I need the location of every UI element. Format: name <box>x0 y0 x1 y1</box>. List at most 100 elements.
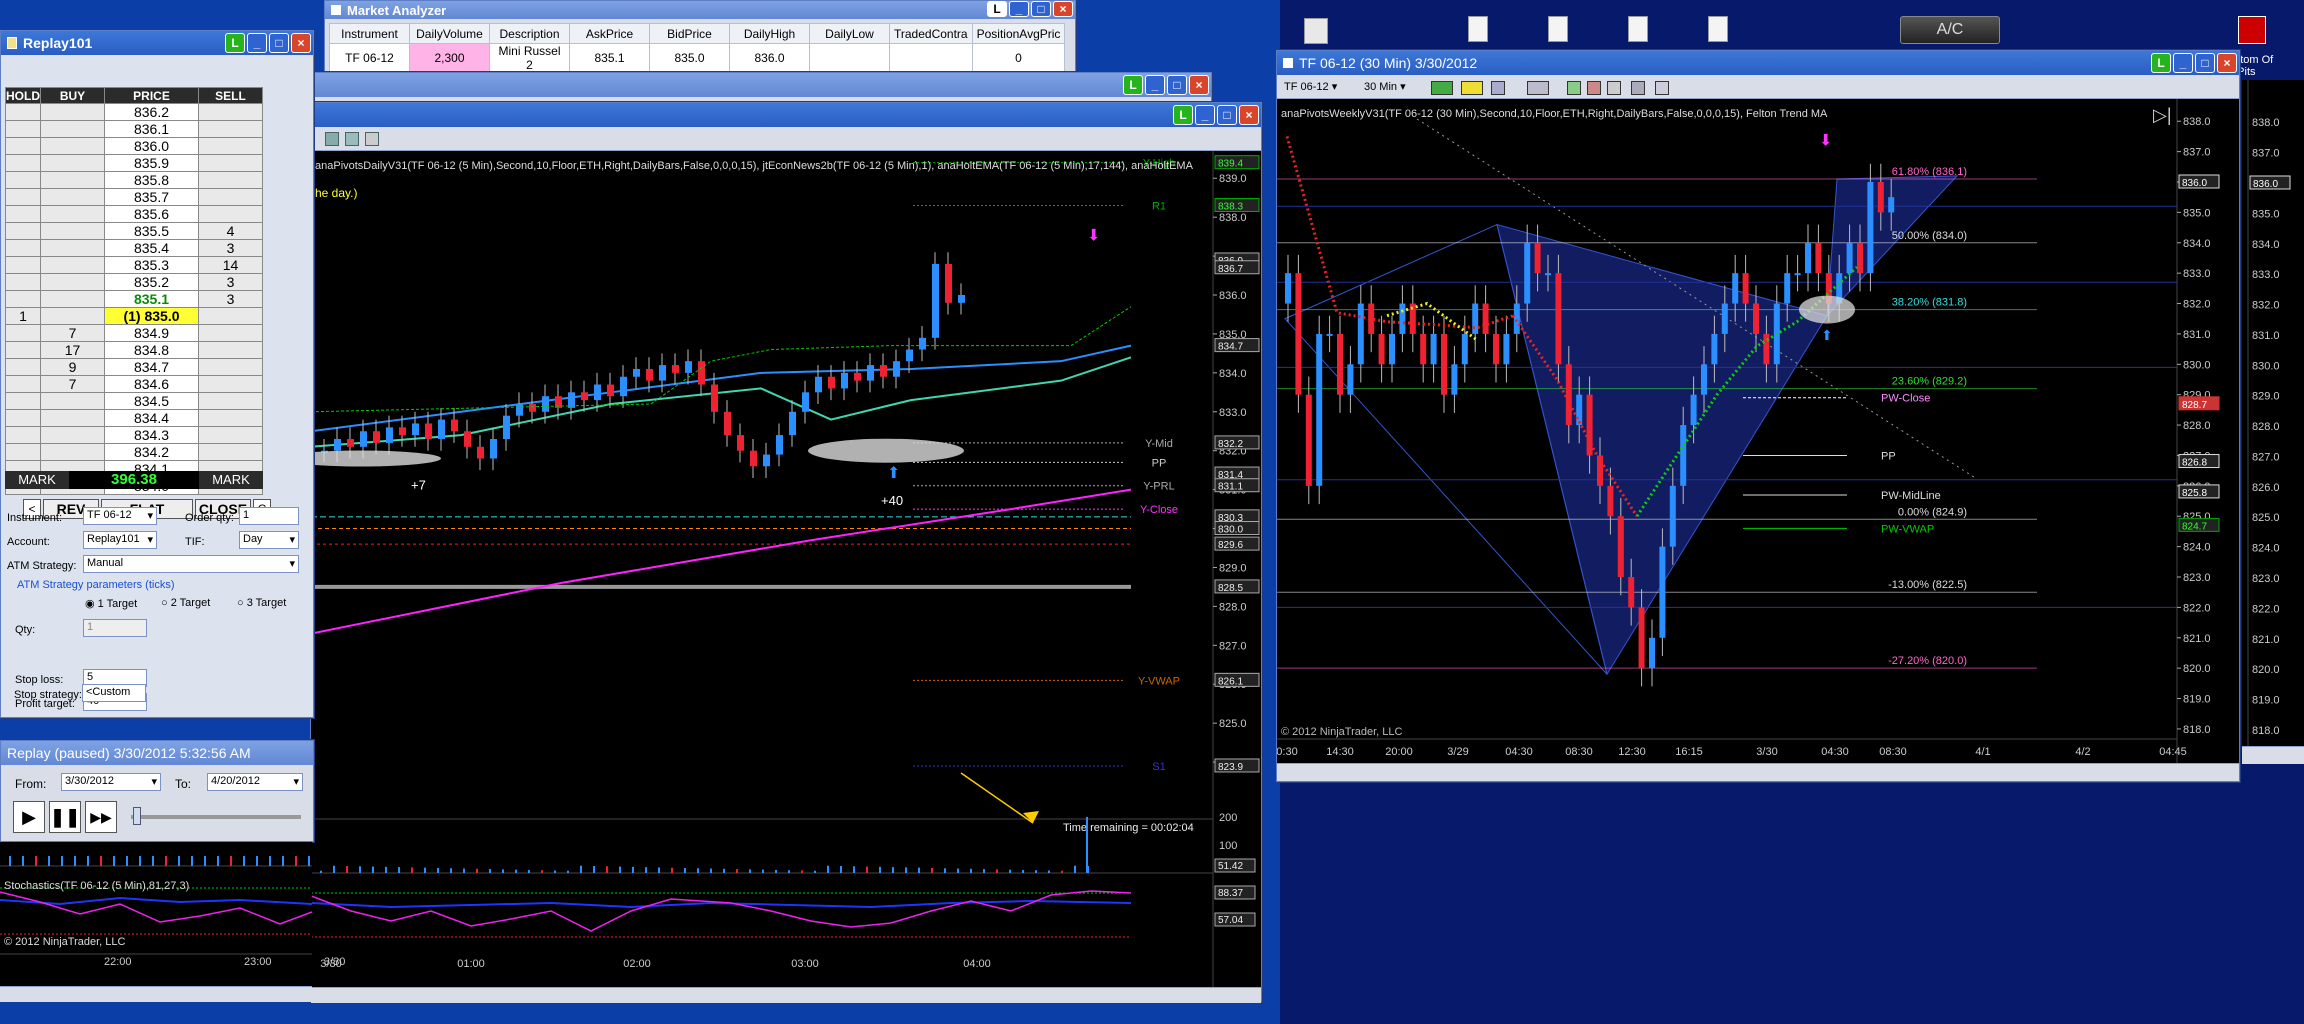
buy-cell[interactable] <box>40 154 105 172</box>
grid-header-cell[interactable]: DailyHigh <box>729 23 810 44</box>
sell-cell[interactable] <box>198 358 263 376</box>
close-button[interactable]: × <box>1239 105 1259 125</box>
price-chart-30min[interactable]: anaPivotsWeeklyV31(TF 06-12 (30 Min),Sec… <box>1277 99 2239 763</box>
atm-strategy-select[interactable]: Manual ▾ <box>83 555 299 573</box>
chart-30min-scrollbar[interactable] <box>1277 763 2239 781</box>
chart-5min-window-back[interactable]: L _ □ × <box>310 72 1212 102</box>
hold-cell[interactable] <box>5 154 41 172</box>
ac-button[interactable]: A/C <box>1900 16 2000 44</box>
buy-cell[interactable]: 9 <box>40 358 105 376</box>
chart-30min-titlebar[interactable]: TF 06-12 (30 Min) 3/30/2012 <box>1277 51 2239 75</box>
link-button[interactable]: L <box>1123 75 1143 95</box>
sell-cell[interactable]: 3 <box>198 290 263 308</box>
close-button[interactable]: × <box>2217 53 2237 73</box>
grid-header-cell[interactable]: BidPrice <box>649 23 730 44</box>
hold-cell[interactable] <box>5 290 41 308</box>
ladder-row[interactable]: 9 834.7 <box>5 358 263 376</box>
link-button[interactable]: L <box>2151 53 2171 73</box>
target-3-radio[interactable]: ○ 3 Target <box>237 597 286 609</box>
line-tool-icon[interactable] <box>1491 81 1505 95</box>
maximize-button[interactable]: □ <box>269 33 289 53</box>
minimize-button[interactable]: _ <box>1145 75 1165 95</box>
buy-cell[interactable] <box>40 307 105 325</box>
hold-cell[interactable] <box>5 256 41 274</box>
buy-cell[interactable] <box>40 273 105 291</box>
replay-titlebar[interactable]: Replay (paused) 3/30/2012 5:32:56 AM <box>1 741 313 765</box>
buy-cell[interactable]: 7 <box>40 324 105 342</box>
hold-cell[interactable] <box>5 375 41 393</box>
replay-slider-handle[interactable] <box>133 807 141 825</box>
ladder-row[interactable]: 835.1 3 <box>5 290 263 308</box>
fast-forward-button[interactable]: ▶▶ <box>85 801 117 833</box>
hold-cell[interactable] <box>5 273 41 291</box>
buy-cell[interactable]: 7 <box>40 375 105 393</box>
sell-cell[interactable] <box>198 171 263 189</box>
maximize-button[interactable]: □ <box>1217 105 1237 125</box>
market-analyzer-window[interactable]: Market Analyzer L _ □ × Instrument DailyV… <box>324 0 1076 73</box>
sell-cell[interactable]: 3 <box>198 273 263 291</box>
sell-cell[interactable] <box>198 307 263 325</box>
hold-cell[interactable] <box>5 120 41 138</box>
buy-cell[interactable] <box>40 239 105 257</box>
buy-cell[interactable] <box>40 205 105 223</box>
desktop-doc-icon[interactable] <box>1628 16 1648 42</box>
buy-cell[interactable] <box>40 290 105 308</box>
data-box-icon[interactable] <box>1607 81 1621 95</box>
sell-cell[interactable] <box>198 426 263 444</box>
grid-header-cell[interactable]: TradedContra <box>889 23 973 44</box>
order-qty-stepper[interactable]: 1 <box>239 507 299 525</box>
sell-cell[interactable] <box>198 154 263 172</box>
hold-cell[interactable] <box>5 137 41 155</box>
buy-cell[interactable] <box>40 188 105 206</box>
buy-cell[interactable] <box>40 120 105 138</box>
hold-cell[interactable] <box>5 103 41 121</box>
close-button[interactable]: × <box>1053 1 1073 17</box>
ladder-row[interactable]: 835.9 <box>5 154 263 172</box>
sell-cell[interactable] <box>198 443 263 461</box>
chart-5min-window[interactable]: L _ □ × Y-High R1 Y-Mid PP Y-PRL Y-Close Y-VWA… <box>310 102 1262 1003</box>
strategy-icon[interactable] <box>1587 81 1601 95</box>
buy-cell[interactable] <box>40 222 105 240</box>
price-chart-5min[interactable]: Y-High R1 Y-Mid PP Y-PRL Y-Close Y-VWAP S1 +7 +40… <box>311 151 1261 987</box>
indicator-icon[interactable] <box>1567 81 1581 95</box>
link-button[interactable]: L <box>987 1 1007 17</box>
sell-cell[interactable] <box>198 409 263 427</box>
grid-header-cell[interactable]: AskPrice <box>569 23 650 44</box>
sell-cell[interactable] <box>198 103 263 121</box>
interval-selector[interactable]: 30 Min ▾ <box>1361 79 1423 97</box>
grid-header-cell[interactable]: PositionAvgPric <box>971 23 1066 44</box>
hold-cell[interactable] <box>5 205 41 223</box>
instrument-select[interactable]: TF 06-12 ▾ <box>83 507 157 525</box>
sell-cell[interactable] <box>198 188 263 206</box>
hold-cell[interactable] <box>5 358 41 376</box>
buy-cell[interactable] <box>40 256 105 274</box>
hold-cell[interactable] <box>5 443 41 461</box>
draw-tool-icon[interactable] <box>1461 81 1483 95</box>
ladder-row[interactable]: 7 834.6 <box>5 375 263 393</box>
properties-icon[interactable] <box>1631 81 1645 95</box>
buy-cell[interactable] <box>40 171 105 189</box>
buy-cell[interactable] <box>40 426 105 444</box>
maximize-button[interactable]: □ <box>1031 1 1051 17</box>
ladder-row[interactable]: 835.5 4 <box>5 222 263 240</box>
minimize-button[interactable]: _ <box>1009 1 1029 17</box>
far-right-chart[interactable]: 838.0 837.0 836.0 835.0 834.0 833.0 832.0 831.0… <box>2242 80 2304 760</box>
ladder-row[interactable]: 835.8 <box>5 171 263 189</box>
ladder-row[interactable]: 836.0 <box>5 137 263 155</box>
sell-cell[interactable] <box>198 392 263 410</box>
grid-header-cell[interactable]: DailyVolume <box>409 23 490 44</box>
ladder-row[interactable]: 7 834.9 <box>5 324 263 342</box>
market-analyzer-grid[interactable]: Instrument DailyVolume Description AskPrice… <box>329 23 1066 73</box>
ladder-row[interactable]: 835.7 <box>5 188 263 206</box>
hold-cell[interactable] <box>5 188 41 206</box>
minimize-button[interactable]: _ <box>247 33 267 53</box>
chart-5min-canvas[interactable]: Y-HighR1Y-MidPPY-PRLY-CloseY-VWAPS1+7+40… <box>311 151 1261 987</box>
hold-cell[interactable]: 1 <box>5 307 41 325</box>
ladder-row[interactable]: 1 (1) 835.0 <box>5 307 263 325</box>
chart-30min-window[interactable]: TF 06-12 (30 Min) 3/30/2012 L _ □ × TF 0… <box>1276 50 2240 782</box>
hold-cell[interactable] <box>5 171 41 189</box>
desktop-recycle-icon[interactable] <box>1304 18 1328 44</box>
ladder-row[interactable]: 834.5 <box>5 392 263 410</box>
sell-cell[interactable] <box>198 120 263 138</box>
sell-cell[interactable] <box>198 205 263 223</box>
